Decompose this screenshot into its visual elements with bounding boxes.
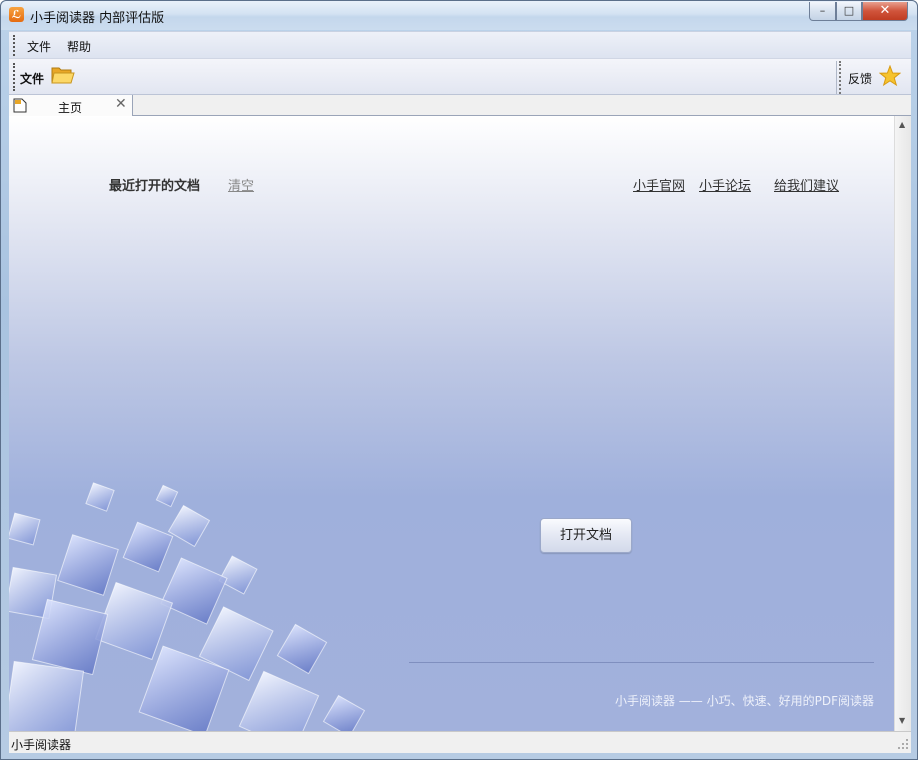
- app-logo-icon: ℒ: [9, 7, 24, 22]
- toolbar-grip[interactable]: [13, 63, 15, 91]
- cubes-background-image: [9, 482, 366, 731]
- minimize-button[interactable]: –: [809, 2, 836, 21]
- recent-documents-title: 最近打开的文档: [109, 179, 201, 194]
- close-button[interactable]: ✕: [862, 2, 908, 21]
- tab-close-icon[interactable]: ✕: [115, 96, 127, 112]
- title-bar[interactable]: ℒ 小手阅读器 内部评估版 – □ ✕: [1, 1, 917, 30]
- home-page: 最近打开的文档 清空 小手官网 小手论坛 给我们建议 打开文档 小手阅读器 ——…: [9, 116, 894, 731]
- tab-home[interactable]: 主页 ✕: [9, 95, 133, 116]
- scroll-down-icon[interactable]: ▼: [899, 716, 905, 725]
- toolbar: 文件 反馈: [9, 58, 911, 95]
- file-toolbar-label[interactable]: 文件: [20, 70, 44, 87]
- tagline: 小手阅读器 —— 小巧、快速、好用的PDF阅读器: [614, 694, 874, 708]
- status-bar: 小手阅读器: [9, 731, 911, 753]
- maximize-button[interactable]: □: [836, 2, 862, 21]
- window-title: 小手阅读器 内部评估版: [30, 11, 165, 26]
- status-text: 小手阅读器: [11, 738, 72, 752]
- forum-link[interactable]: 小手论坛: [699, 175, 751, 194]
- scroll-up-icon[interactable]: ▲: [899, 120, 905, 129]
- toolbar-separator: [836, 61, 841, 94]
- open-document-button[interactable]: 打开文档: [540, 518, 632, 553]
- star-icon[interactable]: [879, 65, 901, 87]
- vertical-scrollbar[interactable]: ▲ ▼: [894, 116, 911, 731]
- folder-open-icon[interactable]: [51, 65, 75, 85]
- menu-bar: 文件 帮助: [9, 31, 911, 58]
- feedback-label[interactable]: 反馈: [848, 70, 872, 87]
- official-site-link[interactable]: 小手官网: [633, 175, 685, 194]
- resize-grip-icon[interactable]: [897, 738, 909, 750]
- tab-home-label: 主页: [58, 101, 83, 115]
- footer-divider: [409, 662, 874, 663]
- document-icon: [13, 98, 27, 113]
- tab-strip: 主页 ✕: [9, 95, 911, 116]
- menubar-grip[interactable]: [13, 35, 15, 56]
- app-window: ℒ 小手阅读器 内部评估版 – □ ✕ 文件 帮助 文件 反馈 主页 ✕ 最近打…: [0, 0, 918, 760]
- menu-help[interactable]: 帮助: [67, 38, 91, 55]
- clear-recent-link[interactable]: 清空: [228, 175, 254, 194]
- menu-file[interactable]: 文件: [27, 38, 51, 55]
- feedback-suggestion-link[interactable]: 给我们建议: [774, 175, 839, 194]
